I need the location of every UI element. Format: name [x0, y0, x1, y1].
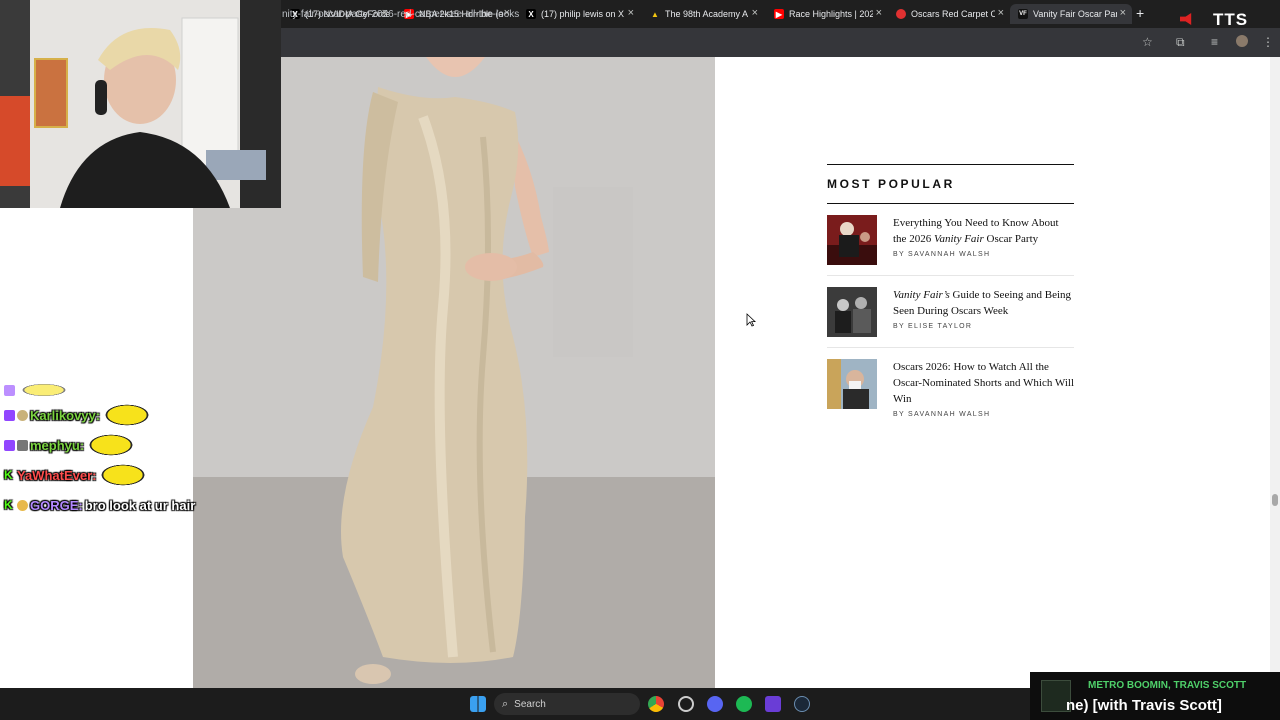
emoji-badge-icon — [17, 499, 28, 511]
screen: MOST POPULAR Everything You Need to Know… — [0, 0, 1280, 720]
vf-icon: VF — [1018, 9, 1028, 19]
emote-image — [19, 383, 69, 397]
search-label: Search — [514, 698, 546, 710]
webcam-overlay — [0, 0, 281, 208]
article-thumbnail[interactable] — [827, 359, 877, 409]
chat-line: K GORGE: bro look at ur hair — [4, 490, 244, 520]
sub-badge-icon — [17, 409, 28, 421]
chat-username: mephyu: — [30, 437, 85, 453]
bookmark-star-icon[interactable]: ☆ — [1142, 35, 1153, 49]
twitch-badge-icon — [4, 384, 15, 396]
popular-article-3[interactable]: Oscars 2026: How to Watch All the Oscar-… — [827, 348, 1074, 420]
page-scrollbar[interactable] — [1270, 57, 1280, 688]
streamer-webcam-image — [0, 0, 281, 208]
twitch-badge-icon — [4, 409, 15, 421]
popular-article-2[interactable]: Vanity Fair’s Guide to Seeing and Being … — [827, 276, 1074, 348]
chrome-icon[interactable] — [648, 696, 664, 712]
chat-line: K YaWhatEver: — [4, 460, 244, 490]
close-icon[interactable]: × — [628, 7, 634, 19]
new-tab-button[interactable]: + — [1136, 5, 1144, 21]
kick-badge-icon: K — [4, 467, 13, 482]
taskbar-search[interactable]: ⌕ Search — [494, 693, 640, 715]
browser-tab[interactable]: X (17) philip lewis on X × — [518, 4, 640, 24]
chat-username: GORGE: — [30, 497, 83, 513]
discord-icon[interactable] — [707, 696, 723, 712]
emote-image — [98, 463, 149, 487]
x-logo-icon: X — [526, 9, 536, 19]
popular-article-1[interactable]: Everything You Need to Know About the 20… — [827, 204, 1074, 276]
profile-avatar[interactable] — [1236, 35, 1248, 47]
browser-tab-active[interactable]: VF Vanity Fair Oscar Part × — [1010, 4, 1132, 24]
close-icon[interactable]: × — [752, 7, 758, 19]
chat-line-partial — [4, 380, 244, 400]
close-icon[interactable]: × — [1120, 7, 1126, 19]
article-byline: BY SAVANNAH WALSH — [893, 411, 991, 418]
app-icon[interactable] — [678, 696, 694, 712]
spotify-icon[interactable] — [736, 696, 752, 712]
scrollbar-thumb[interactable] — [1272, 494, 1278, 506]
tts-label: TTS — [1213, 10, 1249, 29]
youtube-icon: ▶ — [774, 9, 784, 19]
chat-overlay: Karlikovyy: mephyu: K YaWhatEver: K GORG… — [4, 380, 244, 520]
browser-tab[interactable]: ▲ The 98th Academy A × — [642, 4, 764, 24]
windows-start-icon[interactable] — [470, 696, 486, 712]
article-headline[interactable]: Everything You Need to Know About the 20… — [893, 215, 1074, 247]
twitch-badge-icon — [4, 439, 15, 451]
article-byline: BY ELISE TAYLOR — [893, 323, 973, 330]
steam-icon[interactable] — [794, 696, 810, 712]
browser-tab[interactable]: Oscars Red Carpet O × — [888, 4, 1010, 24]
menu-dots-icon[interactable]: ⋮ — [1262, 35, 1274, 49]
sub-badge-icon — [17, 439, 28, 451]
chat-username: Karlikovyy: — [30, 407, 101, 423]
search-icon: ⌕ — [502, 697, 509, 710]
chat-line: mephyu: — [4, 430, 244, 460]
chat-message: bro look at ur hair — [84, 497, 196, 513]
now-playing-artist: METRO BOOMIN, TRAVIS SCOTT — [1088, 680, 1247, 691]
chat-line: Karlikovyy: — [4, 400, 244, 430]
url-text[interactable]: nity-fair-oscar-party-2026-red-carpet-se… — [282, 9, 519, 20]
article-thumbnail[interactable] — [827, 215, 877, 265]
browser-tab[interactable]: ▶ Race Highlights | 202 × — [766, 4, 888, 24]
chat-username: YaWhatEver: — [17, 467, 97, 483]
close-icon[interactable]: × — [876, 7, 882, 19]
emote-image — [102, 403, 153, 427]
emote-image — [86, 433, 137, 457]
mouse-cursor-icon — [746, 313, 756, 327]
app-active-icon[interactable] — [765, 696, 781, 712]
now-playing-title: ne) [with Travis Scott] — [1066, 697, 1222, 714]
extensions-icon[interactable]: ⧉ — [1176, 35, 1185, 50]
kick-badge-icon: K — [4, 497, 13, 512]
article-thumbnail[interactable] — [827, 287, 877, 337]
red-circle-icon — [896, 9, 906, 19]
close-icon[interactable]: × — [998, 7, 1004, 19]
article-byline: BY SAVANNAH WALSH — [893, 251, 991, 258]
media-control-icon[interactable]: ≡ — [1211, 35, 1218, 49]
most-popular-section: MOST POPULAR Everything You Need to Know… — [827, 164, 1074, 420]
most-popular-title: MOST POPULAR — [827, 177, 955, 191]
warning-icon: ▲ — [651, 9, 659, 19]
article-headline[interactable]: Oscars 2026: How to Watch All the Oscar-… — [893, 359, 1074, 407]
article-headline[interactable]: Vanity Fair’s Guide to Seeing and Being … — [893, 287, 1074, 319]
